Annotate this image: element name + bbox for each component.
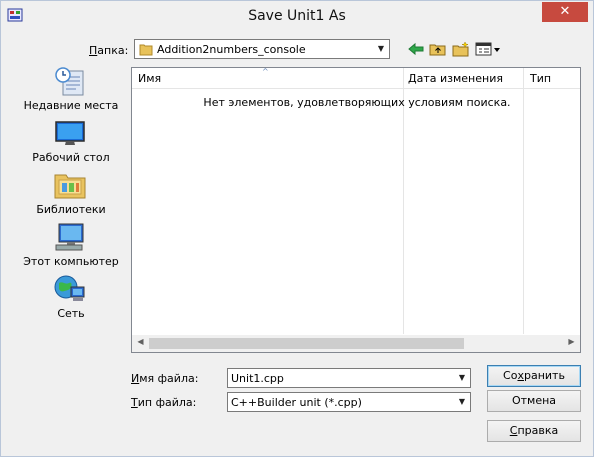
place-network[interactable]: Сеть bbox=[21, 273, 121, 323]
place-label: Этот компьютер bbox=[23, 255, 119, 268]
column-header-name[interactable]: Имя bbox=[138, 72, 161, 85]
recent-places-icon bbox=[55, 67, 84, 96]
place-label: Библиотеки bbox=[36, 203, 106, 216]
place-libraries[interactable]: Библиотеки bbox=[21, 169, 121, 219]
scrollbar-thumb[interactable] bbox=[149, 338, 464, 349]
chevron-down-icon[interactable]: ▼ bbox=[453, 369, 470, 387]
folder-label: Папка: bbox=[89, 44, 129, 57]
save-dialog: Save Unit1 As ✕ Папка: Addition2numbers_… bbox=[0, 0, 594, 457]
folder-icon bbox=[139, 44, 153, 56]
folder-combo[interactable]: Addition2numbers_console ▼ bbox=[134, 39, 390, 59]
libraries-icon bbox=[54, 174, 86, 199]
help-button[interactable]: Справка bbox=[487, 420, 581, 442]
column-header-date[interactable]: Дата изменения bbox=[408, 72, 503, 85]
horizontal-scrollbar[interactable]: ◀ ▶ bbox=[132, 335, 580, 352]
network-icon bbox=[54, 275, 85, 301]
chevron-down-icon[interactable]: ▼ bbox=[372, 40, 389, 58]
scroll-left-icon[interactable]: ◀ bbox=[132, 337, 149, 346]
list-header: ^ Имя Дата изменения Тип bbox=[132, 67, 580, 89]
up-folder-icon[interactable] bbox=[429, 41, 447, 57]
filetype-select[interactable]: C++Builder unit (*.cpp) ▼ bbox=[227, 392, 471, 412]
window-title: Save Unit1 As bbox=[248, 8, 346, 24]
place-recent[interactable]: Недавние места bbox=[21, 65, 121, 115]
cancel-button[interactable]: Отмена bbox=[487, 390, 581, 412]
place-label: Недавние места bbox=[23, 99, 119, 112]
scroll-right-icon[interactable]: ▶ bbox=[563, 337, 580, 346]
desktop-icon bbox=[55, 121, 85, 145]
sort-up-icon: ^ bbox=[262, 67, 269, 76]
filetype-value: C++Builder unit (*.cpp) bbox=[231, 396, 362, 409]
new-folder-icon[interactable] bbox=[452, 41, 470, 57]
title-bar: Save Unit1 As ✕ bbox=[1, 1, 593, 31]
save-button[interactable]: Сохранить bbox=[487, 365, 581, 387]
filename-value: Unit1.cpp bbox=[231, 372, 284, 385]
back-arrow-icon[interactable] bbox=[407, 41, 425, 57]
folder-value: Addition2numbers_console bbox=[157, 43, 306, 56]
file-list[interactable]: ^ Имя Дата изменения Тип Нет элементов, … bbox=[131, 67, 581, 353]
place-label: Сеть bbox=[57, 307, 85, 320]
computer-icon bbox=[55, 223, 84, 251]
close-button[interactable]: ✕ bbox=[542, 2, 588, 22]
column-header-type[interactable]: Тип bbox=[530, 72, 551, 85]
filetype-label: Тип файла: bbox=[131, 396, 197, 409]
places-bar: Недавние места Рабочий стол Библиотеки Э… bbox=[21, 65, 121, 355]
place-label: Рабочий стол bbox=[32, 151, 110, 164]
place-computer[interactable]: Этот компьютер bbox=[21, 221, 121, 271]
filename-input[interactable]: Unit1.cpp ▼ bbox=[227, 368, 471, 388]
view-menu-icon[interactable] bbox=[475, 41, 501, 57]
empty-message: Нет элементов, удовлетворяющих условиям … bbox=[203, 96, 511, 109]
chevron-down-icon[interactable]: ▼ bbox=[453, 393, 470, 411]
filename-label: Имя файла: bbox=[131, 372, 199, 385]
place-desktop[interactable]: Рабочий стол bbox=[21, 117, 121, 167]
